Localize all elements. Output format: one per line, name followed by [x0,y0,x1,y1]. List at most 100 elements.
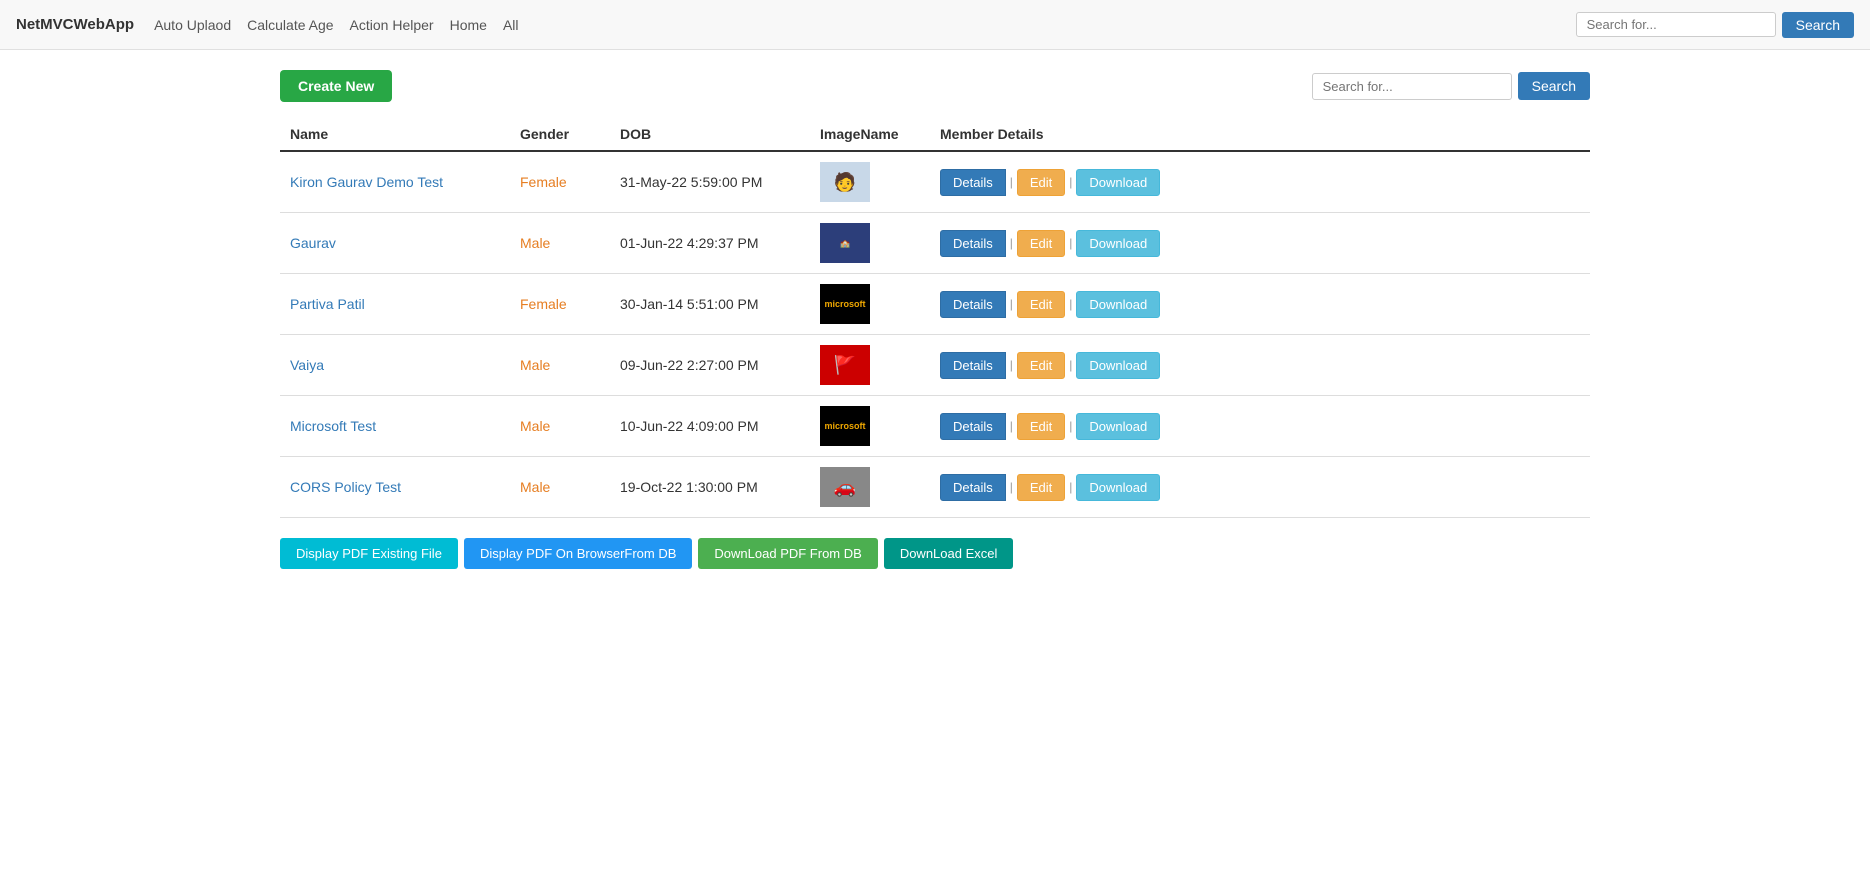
navbar-search-area: Search [1576,12,1854,38]
table-row: Partiva Patil Female 30-Jan-14 5:51:00 P… [280,274,1590,335]
navbar-link-calculate-age[interactable]: Calculate Age [247,17,333,33]
download-button[interactable]: Download [1076,413,1160,440]
cell-actions: Details | Edit | Download [930,213,1590,274]
cell-image: 🚩 [810,335,930,396]
separator: | [1065,297,1076,311]
edit-button[interactable]: Edit [1017,474,1065,501]
navbar-link-auto-upload[interactable]: Auto Uplaod [154,17,231,33]
cell-dob: 09-Jun-22 2:27:00 PM [610,335,810,396]
separator: | [1065,480,1076,494]
col-header-dob: DOB [610,118,810,151]
details-button[interactable]: Details [940,352,1006,379]
table-row: Vaiya Male 09-Jun-22 2:27:00 PM 🚩 Detail… [280,335,1590,396]
cell-name: Vaiya [280,335,510,396]
table-row: Kiron Gaurav Demo Test Female 31-May-22 … [280,151,1590,213]
navbar-link-action-helper[interactable]: Action Helper [350,17,434,33]
cell-image: 🚗 [810,457,930,518]
col-header-image: ImageName [810,118,930,151]
cell-image: 🏫 [810,213,930,274]
display-pdf-browser-button[interactable]: Display PDF On BrowserFrom DB [464,538,692,569]
details-button[interactable]: Details [940,413,1006,440]
cell-actions: Details | Edit | Download [930,151,1590,213]
separator: | [1006,297,1017,311]
download-pdf-db-button[interactable]: DownLoad PDF From DB [698,538,877,569]
cell-gender: Male [510,213,610,274]
navbar: NetMVCWebApp Auto Uplaod Calculate Age A… [0,0,1870,50]
image-thumbnail: 🚗 [820,467,870,507]
cell-dob: 30-Jan-14 5:51:00 PM [610,274,810,335]
edit-button[interactable]: Edit [1017,352,1065,379]
name-link[interactable]: Kiron Gaurav Demo Test [290,174,443,190]
image-thumbnail: 🚩 [820,345,870,385]
edit-button[interactable]: Edit [1017,291,1065,318]
download-button[interactable]: Download [1076,230,1160,257]
download-button[interactable]: Download [1076,352,1160,379]
navbar-search-input[interactable] [1576,12,1776,37]
action-group: Details | Edit | Download [940,230,1580,257]
details-button[interactable]: Details [940,474,1006,501]
cell-dob: 19-Oct-22 1:30:00 PM [610,457,810,518]
cell-image: microsoft [810,274,930,335]
action-group: Details | Edit | Download [940,291,1580,318]
cell-dob: 01-Jun-22 4:29:37 PM [610,213,810,274]
details-button[interactable]: Details [940,291,1006,318]
table-row: CORS Policy Test Male 19-Oct-22 1:30:00 … [280,457,1590,518]
download-button[interactable]: Download [1076,169,1160,196]
top-search-button[interactable]: Search [1518,72,1590,100]
separator: | [1065,236,1076,250]
cell-dob: 10-Jun-22 4:09:00 PM [610,396,810,457]
create-new-button[interactable]: Create New [280,70,392,102]
edit-button[interactable]: Edit [1017,413,1065,440]
separator: | [1006,236,1017,250]
navbar-link-home[interactable]: Home [450,17,487,33]
top-search-input[interactable] [1312,73,1512,100]
details-button[interactable]: Details [940,230,1006,257]
cell-actions: Details | Edit | Download [930,457,1590,518]
edit-button[interactable]: Edit [1017,230,1065,257]
download-button[interactable]: Download [1076,291,1160,318]
name-link[interactable]: Partiva Patil [290,296,365,312]
image-thumbnail: microsoft [820,284,870,324]
separator: | [1006,358,1017,372]
separator: | [1065,419,1076,433]
action-group: Details | Edit | Download [940,169,1580,196]
cell-name: Kiron Gaurav Demo Test [280,151,510,213]
details-button[interactable]: Details [940,169,1006,196]
download-excel-button[interactable]: DownLoad Excel [884,538,1014,569]
cell-name: CORS Policy Test [280,457,510,518]
cell-gender: Female [510,274,610,335]
separator: | [1006,480,1017,494]
cell-name: Partiva Patil [280,274,510,335]
cell-name: Gaurav [280,213,510,274]
navbar-links: Auto Uplaod Calculate Age Action Helper … [154,17,1576,33]
action-group: Details | Edit | Download [940,352,1580,379]
bottom-buttons: Display PDF Existing File Display PDF On… [280,538,1590,569]
download-button[interactable]: Download [1076,474,1160,501]
separator: | [1065,175,1076,189]
table-row: Gaurav Male 01-Jun-22 4:29:37 PM 🏫 Detai… [280,213,1590,274]
cell-gender: Male [510,396,610,457]
action-group: Details | Edit | Download [940,474,1580,501]
separator: | [1006,419,1017,433]
cell-actions: Details | Edit | Download [930,396,1590,457]
navbar-search-button[interactable]: Search [1782,12,1854,38]
navbar-link-all[interactable]: All [503,17,519,33]
cell-dob: 31-May-22 5:59:00 PM [610,151,810,213]
cell-gender: Male [510,457,610,518]
cell-actions: Details | Edit | Download [930,335,1590,396]
name-link[interactable]: Microsoft Test [290,418,376,434]
col-header-name: Name [280,118,510,151]
cell-gender: Male [510,335,610,396]
image-thumbnail: 🏫 [820,223,870,263]
cell-gender: Female [510,151,610,213]
display-pdf-existing-button[interactable]: Display PDF Existing File [280,538,458,569]
top-row: Create New Search [280,70,1590,102]
image-thumbnail: microsoft [820,406,870,446]
cell-name: Microsoft Test [280,396,510,457]
cell-actions: Details | Edit | Download [930,274,1590,335]
name-link[interactable]: Vaiya [290,357,324,373]
edit-button[interactable]: Edit [1017,169,1065,196]
name-link[interactable]: CORS Policy Test [290,479,401,495]
member-table: Name Gender DOB ImageName Member Details… [280,118,1590,518]
name-link[interactable]: Gaurav [290,235,336,251]
